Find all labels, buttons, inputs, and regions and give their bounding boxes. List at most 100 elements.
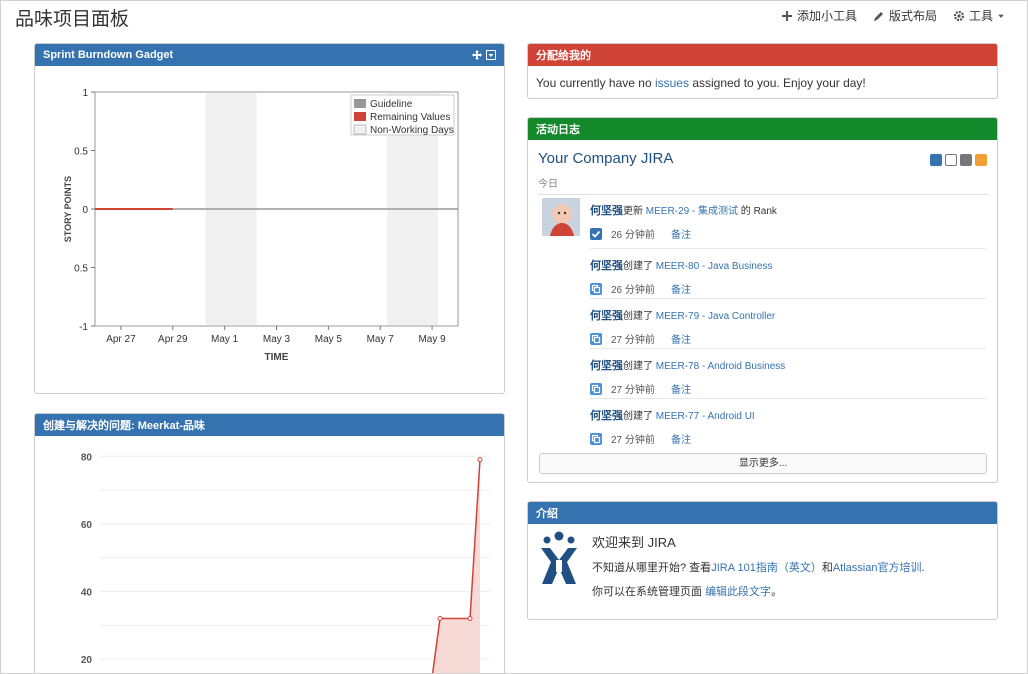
entry-comment-link[interactable]: 备注 — [671, 381, 691, 396]
dashboard-toolbar: 添加小工具 版式布局 工具 — [781, 7, 1005, 24]
entry-action: 创建了 — [623, 261, 653, 272]
burndown-header: Sprint Burndown Gadget — [35, 44, 504, 66]
entry-issue-link[interactable]: MEER-29 - 集成测试 — [646, 206, 738, 217]
entry-summary: 何坚强创建了 MEER-78 - Android Business — [590, 357, 986, 373]
entry-comment-link[interactable]: 备注 — [671, 281, 691, 296]
today-label: 今日 — [538, 175, 989, 195]
dashboard-frame: 品味项目面板 添加小工具 版式布局 工具 Sprint Burndown Gad… — [0, 0, 1028, 674]
avatar-photo — [542, 198, 580, 236]
created-resolved-title: 创建与解决的问题: Meerkat-品味 — [43, 420, 205, 432]
entry-issue-link[interactable]: MEER-78 - Android Business — [656, 361, 786, 372]
intro-line3: 你可以在系统管理页面 编辑此段文字。 — [592, 583, 925, 599]
entry-user-link[interactable]: 何坚强 — [590, 360, 623, 372]
jira101-link[interactable]: JIRA 101指南（英文） — [711, 562, 822, 574]
entry-summary: 何坚强创建了 MEER-79 - Java Controller — [590, 307, 986, 323]
y-tick-label: 1 — [82, 88, 88, 99]
entry-time: 26 分钟前 — [611, 230, 655, 241]
assigned-message: You currently have no issues assigned to… — [528, 66, 997, 98]
x-tick-label: May 5 — [315, 334, 343, 345]
activity-entry: 何坚强创建了 MEER-79 - Java Controller 27 分钟前 备… — [590, 307, 986, 346]
activity-entry: 何坚强创建了 MEER-80 - Java Business 26 分钟前 备注 — [590, 257, 986, 296]
entry-issue-link[interactable]: MEER-80 - Java Business — [656, 261, 773, 272]
edit-layout-button[interactable]: 版式布局 — [873, 7, 937, 24]
x-tick-label: May 9 — [418, 334, 446, 345]
rss-icon[interactable] — [975, 154, 987, 166]
gear-icon — [953, 10, 965, 21]
burndown-chart: 1 0.5 0 0.5 -1 Apr 27 Apr 29 May 1 May 3 May 5 May… — [63, 88, 459, 363]
entry-suffix: 的 Rank — [740, 206, 777, 217]
created-resolved-header: 创建与解决的问题: Meerkat-品味 — [35, 414, 504, 436]
entry-comment-link[interactable]: 备注 — [671, 431, 691, 446]
intro-text: 欢迎来到 JIRA 不知道从哪里开始? 查看JIRA 101指南（英文）和Atl… — [592, 532, 925, 599]
x-tick-label: May 3 — [263, 334, 291, 345]
issues-link[interactable]: issues — [655, 76, 689, 90]
subtask-icon — [590, 382, 602, 395]
legend-label: Remaining Values — [370, 112, 450, 123]
intro-line2-text: 不知道从哪里开始? 查看 — [592, 562, 712, 574]
show-more-button[interactable]: 显示更多... — [539, 453, 987, 474]
x-tick-label: Apr 29 — [158, 334, 188, 345]
entry-comment-link[interactable]: 备注 — [671, 331, 691, 346]
list-view-icon[interactable] — [945, 154, 957, 166]
legend-label: Non-Working Days — [370, 125, 454, 136]
entry-summary: 何坚强创建了 MEER-77 - Android UI — [590, 407, 986, 423]
assigned-msg-text: You currently have no — [536, 76, 655, 90]
edit-layout-label: 版式布局 — [888, 9, 937, 23]
entry-user-link[interactable]: 何坚强 — [590, 260, 623, 272]
intro-line3-end: 。 — [771, 586, 783, 598]
entry-issue-link[interactable]: MEER-79 - Java Controller — [656, 311, 775, 322]
entry-action: 创建了 — [623, 311, 653, 322]
entry-issue-link[interactable]: MEER-77 - Android UI — [656, 411, 755, 422]
entry-user-link[interactable]: 何坚强 — [590, 410, 623, 422]
subtask-icon — [590, 282, 602, 295]
tools-menu-label: 工具 — [968, 9, 993, 23]
subtask-icon — [590, 332, 602, 345]
entry-action: 创建了 — [623, 361, 653, 372]
tools-menu-button[interactable]: 工具 — [953, 7, 1005, 24]
entry-time: 26 分钟前 — [611, 285, 655, 296]
activity-entry: 何坚强更新 MEER-29 - 集成测试 的 Rank 26 分钟前 备注 — [590, 202, 986, 241]
entry-meta: 26 分钟前 备注 — [590, 226, 986, 241]
entry-summary: 何坚强更新 MEER-29 - 集成测试 的 Rank — [590, 202, 986, 218]
gadget-menu-icon[interactable] — [486, 50, 496, 60]
entry-user-link[interactable]: 何坚强 — [590, 205, 623, 217]
y-tick-label: -1 — [79, 322, 88, 333]
filter-icon[interactable] — [960, 154, 972, 166]
data-point — [437, 616, 443, 622]
entry-user-link[interactable]: 何坚强 — [590, 310, 623, 322]
add-gadget-button[interactable]: 添加小工具 — [781, 7, 857, 24]
plus-icon — [781, 10, 792, 21]
x-axis-label: TIME — [265, 352, 289, 363]
full-view-icon[interactable] — [930, 154, 942, 166]
y-tick-label: 80 — [81, 452, 93, 463]
entry-meta: 27 分钟前 备注 — [590, 331, 986, 346]
intro-line2-end: . — [921, 562, 925, 574]
page-title: 品味项目面板 — [15, 8, 130, 30]
y-tick-label: 40 — [81, 587, 93, 598]
created-line — [431, 459, 481, 673]
edit-text-link[interactable]: 编辑此段文字 — [705, 586, 771, 598]
pencil-icon — [873, 11, 883, 21]
assigned-msg-tail: assigned to you. Enjoy your day! — [688, 76, 866, 90]
entry-comment-link[interactable]: 备注 — [671, 226, 691, 241]
legend-swatch — [353, 124, 367, 135]
stream-title[interactable]: Your Company JIRA — [538, 150, 673, 167]
data-point — [477, 457, 483, 463]
data-point — [467, 616, 473, 622]
atlassian-training-link[interactable]: Atlassian官方培训 — [833, 562, 922, 574]
legend-swatch — [354, 99, 366, 108]
add-gadget-label: 添加小工具 — [796, 9, 857, 23]
intro-header: 介绍 — [528, 502, 997, 524]
activity-stream-gadget: 活动日志 Your Company JIRA 今日 何坚强更新 MEER-29 … — [527, 117, 998, 483]
check-icon — [590, 227, 602, 240]
y-tick-label: 60 — [81, 520, 93, 531]
y-tick-label: 20 — [81, 655, 93, 666]
y-tick-label: 0 — [82, 205, 88, 216]
stream-view-icons — [930, 154, 987, 166]
created-resolved-chart: 80 60 40 20 — [81, 452, 490, 673]
entry-meta: 27 分钟前 备注 — [590, 431, 986, 446]
assigned-to-me-gadget: 分配给我的 You currently have no issues assig… — [527, 43, 998, 99]
user-avatar[interactable] — [542, 198, 580, 236]
entry-meta: 27 分钟前 备注 — [590, 381, 986, 396]
move-icon[interactable] — [472, 50, 482, 60]
